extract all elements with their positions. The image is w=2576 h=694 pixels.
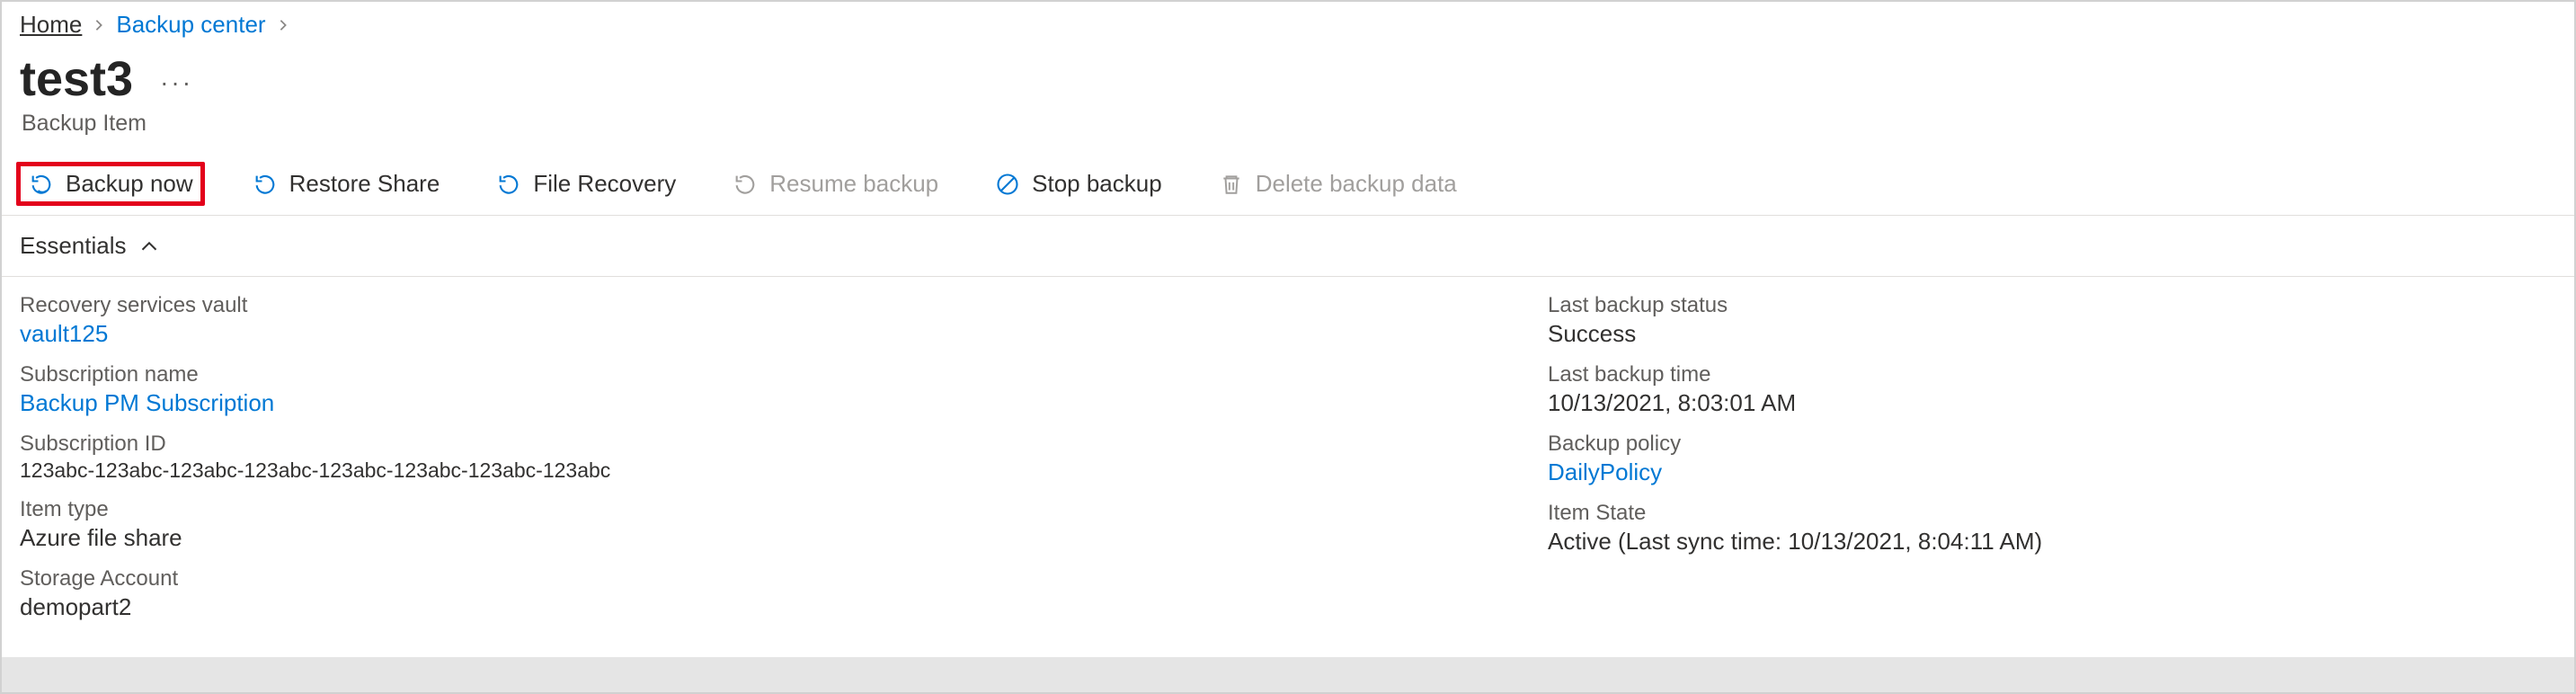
breadcrumb-backup-center[interactable]: Backup center: [116, 11, 265, 39]
stop-backup-label: Stop backup: [1032, 170, 1162, 198]
essentials-toggle[interactable]: Essentials: [2, 216, 2574, 277]
breadcrumb: Home Backup center: [2, 2, 2574, 39]
breadcrumb-home[interactable]: Home: [20, 11, 82, 39]
last-backup-status-value: Success: [1548, 320, 2556, 348]
file-recovery-icon: [495, 171, 522, 198]
item-type-label: Item type: [20, 497, 1476, 522]
more-actions-button[interactable]: ···: [160, 61, 193, 97]
item-state-label: Item State: [1548, 501, 2556, 526]
subscription-name-label: Subscription name: [20, 362, 1476, 387]
backup-policy-label: Backup policy: [1548, 432, 2556, 457]
essentials-body: Recovery services vault vault125 Subscri…: [2, 277, 2574, 657]
resume-backup-label: Resume backup: [769, 170, 938, 198]
file-recovery-label: File Recovery: [533, 170, 676, 198]
delete-icon: [1218, 171, 1245, 198]
file-recovery-button[interactable]: File Recovery: [486, 165, 685, 203]
footer-bar: [2, 657, 2574, 692]
resume-backup-icon: [732, 171, 759, 198]
subscription-name-value[interactable]: Backup PM Subscription: [20, 389, 1476, 417]
restore-share-label: Restore Share: [289, 170, 440, 198]
recovery-vault-value[interactable]: vault125: [20, 320, 1476, 348]
essentials-left-column: Recovery services vault vault125 Subscri…: [20, 293, 1476, 636]
last-backup-time-value: 10/13/2021, 8:03:01 AM: [1548, 389, 2556, 417]
backup-policy-value[interactable]: DailyPolicy: [1548, 458, 2556, 486]
essentials-heading: Essentials: [20, 232, 127, 260]
backup-now-icon: [28, 171, 55, 198]
last-backup-time-label: Last backup time: [1548, 362, 2556, 387]
toolbar: Backup now Restore Share File Recovery: [2, 158, 2574, 215]
page-subtitle: Backup Item: [2, 107, 2574, 158]
resume-backup-button: Resume backup: [723, 165, 947, 203]
item-type-value: Azure file share: [20, 524, 1476, 552]
essentials-right-column: Last backup status Success Last backup t…: [1548, 293, 2556, 636]
delete-backup-data-button: Delete backup data: [1209, 165, 1466, 203]
storage-account-label: Storage Account: [20, 566, 1476, 592]
chevron-right-icon: [277, 13, 289, 37]
chevron-right-icon: [93, 13, 105, 37]
restore-share-button[interactable]: Restore Share: [243, 165, 449, 203]
backup-now-label: Backup now: [66, 170, 193, 198]
storage-account-value: demopart2: [20, 593, 1476, 621]
backup-now-button[interactable]: Backup now: [16, 162, 205, 206]
page-title: test3: [20, 51, 133, 107]
item-state-value: Active (Last sync time: 10/13/2021, 8:04…: [1548, 528, 2556, 556]
recovery-vault-label: Recovery services vault: [20, 293, 1476, 318]
title-row: test3 ···: [2, 39, 2574, 107]
stop-backup-icon: [994, 171, 1021, 198]
stop-backup-button[interactable]: Stop backup: [985, 165, 1171, 203]
last-backup-status-label: Last backup status: [1548, 293, 2556, 318]
subscription-id-label: Subscription ID: [20, 432, 1476, 457]
subscription-id-value: 123abc-123abc-123abc-123abc-123abc-123ab…: [20, 458, 1476, 483]
delete-backup-data-label: Delete backup data: [1256, 170, 1457, 198]
restore-icon: [252, 171, 279, 198]
chevron-up-icon: [139, 236, 159, 256]
